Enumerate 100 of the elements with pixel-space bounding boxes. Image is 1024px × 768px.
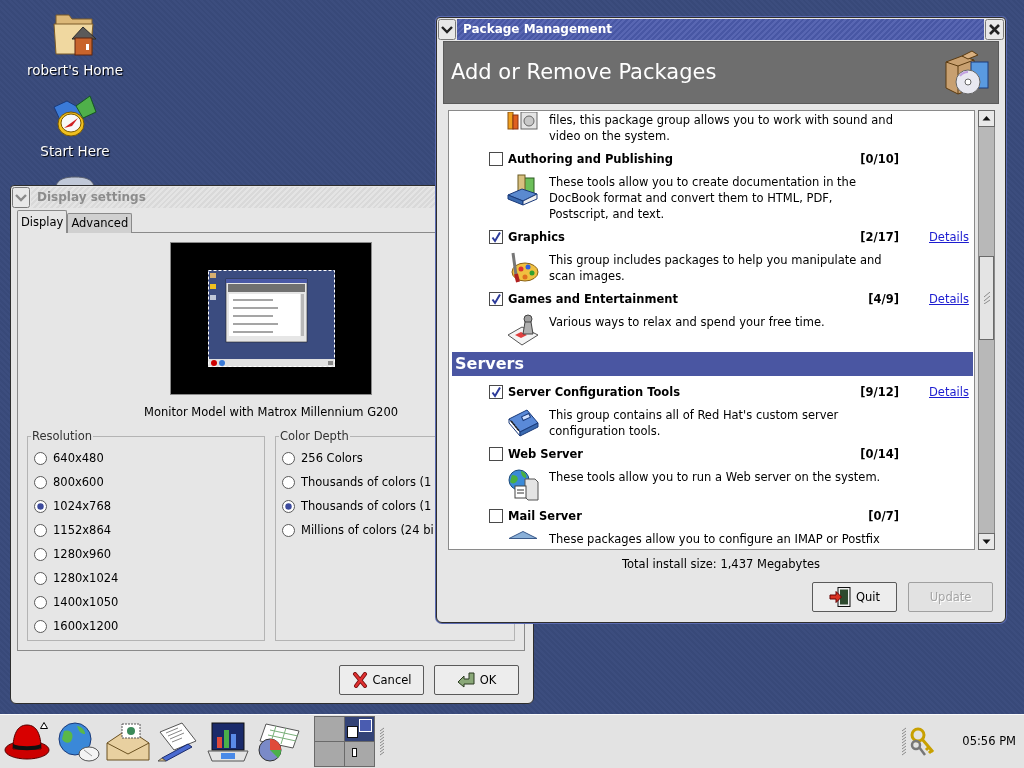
- option-label[interactable]: 1152x864: [53, 522, 112, 538]
- spreadsheet-pie-icon[interactable]: [256, 721, 300, 762]
- window-title: Display settings: [37, 189, 146, 206]
- banner-title: Add or Remove Packages: [451, 58, 717, 86]
- option-label[interactable]: 1280x960: [53, 546, 112, 562]
- checkbox[interactable]: [489, 152, 503, 166]
- tab[interactable]: Display: [17, 210, 68, 233]
- envelope-stamp-icon[interactable]: [106, 722, 150, 761]
- scroll-down-button[interactable]: [978, 533, 995, 550]
- radio-button[interactable]: [34, 571, 47, 585]
- package-count: [0/7]: [868, 508, 899, 524]
- close-icon[interactable]: [985, 19, 1004, 40]
- details-link[interactable]: Details: [929, 291, 969, 306]
- group-name[interactable]: Authoring and Publishing: [508, 151, 673, 167]
- option-label[interactable]: 1280x1024: [53, 570, 119, 586]
- radio-button[interactable]: [34, 475, 47, 489]
- box-cd-icon: [944, 49, 990, 96]
- books-icon: [507, 174, 539, 206]
- option-label[interactable]: 1400x1050: [53, 594, 119, 610]
- workspace-cell[interactable]: [315, 742, 344, 766]
- chevron-down-icon[interactable]: [438, 19, 456, 40]
- workspace-cell[interactable]: [315, 717, 344, 741]
- checkbox[interactable]: [489, 447, 503, 461]
- group-description: These tools allow you to run a Web server on the system.: [549, 469, 881, 485]
- notebook-icon: [507, 407, 539, 439]
- package-count: [2/17]: [860, 229, 899, 245]
- envelope-icon: [507, 531, 539, 539]
- group-name[interactable]: Server Configuration Tools: [508, 384, 681, 400]
- option-label[interactable]: 256 Colors: [301, 450, 363, 466]
- window-title: Package Management: [463, 21, 612, 38]
- home-folder-icon[interactable]: [53, 12, 97, 56]
- game-piece-icon: [507, 314, 539, 346]
- group-description: files, this package group allows you to work with sound and video on the system.: [549, 112, 893, 144]
- checkbox[interactable]: [489, 292, 503, 306]
- drag-handle-icon[interactable]: [379, 726, 385, 757]
- group-description: Various ways to relax and spend your free time.: [549, 314, 825, 330]
- details-link[interactable]: Details: [929, 229, 969, 244]
- quit-button[interactable]: Quit: [812, 582, 897, 612]
- scrollbar-thumb[interactable]: [979, 256, 994, 340]
- group-description: This group contains all of Red Hat's custom server configuration tools.: [549, 407, 839, 439]
- group-description: These tools allow you to create documentation in the DocBook format and convert them to HTML, PDF, Postscript, and text.: [549, 174, 856, 222]
- option-label[interactable]: 1600x1200: [53, 618, 119, 634]
- checkbox[interactable]: [489, 385, 503, 399]
- group-description: These packages allow you to configure an IMAP or Postfix: [549, 531, 880, 547]
- option-label[interactable]: Thousands of colors (1: [301, 498, 432, 514]
- package-count: [0/14]: [860, 446, 899, 462]
- package-count: [4/9]: [868, 291, 899, 307]
- package-count: [0/10]: [860, 151, 899, 167]
- workspace-cell[interactable]: [345, 717, 374, 741]
- radio-button[interactable]: [282, 475, 295, 489]
- radio-button[interactable]: [34, 451, 47, 465]
- group-name[interactable]: Mail Server: [508, 508, 582, 524]
- radio-button[interactable]: [34, 547, 47, 561]
- tab[interactable]: Advanced: [67, 213, 133, 233]
- clock[interactable]: 05:56 PM: [962, 734, 1016, 749]
- radio-button[interactable]: [282, 451, 295, 465]
- group-description: This group includes packages to help you manipulate and scan images.: [549, 252, 882, 284]
- window-thumbnail: [352, 748, 357, 757]
- radio-button[interactable]: [34, 595, 47, 609]
- window-thumbnail: [359, 719, 372, 732]
- workspace-cell[interactable]: [345, 742, 374, 766]
- install-size-label: Total install size: 1,437 Megabytes: [621, 556, 821, 572]
- option-label[interactable]: 1024x768: [53, 498, 112, 514]
- arrow-icon: [456, 672, 475, 688]
- radio-button[interactable]: [34, 523, 47, 537]
- scroll-up-button[interactable]: [978, 110, 995, 127]
- ok-button[interactable]: OK: [434, 665, 519, 695]
- cancel-button[interactable]: Cancel: [339, 665, 424, 695]
- group-title: Color Depth: [279, 428, 350, 444]
- globe-server-icon: [507, 469, 539, 501]
- category-header: Servers: [452, 352, 973, 376]
- checkbox[interactable]: [489, 230, 503, 244]
- package-count: [9/12]: [860, 384, 899, 400]
- globe-mouse-icon[interactable]: [56, 721, 100, 762]
- desktop-icon-label[interactable]: Start Here: [40, 142, 110, 160]
- radio-button[interactable]: [282, 499, 295, 513]
- compass-map-icon[interactable]: [53, 95, 97, 137]
- drag-handle-icon[interactable]: [901, 726, 908, 757]
- grip-icon: [983, 292, 990, 304]
- details-link[interactable]: Details: [929, 384, 969, 399]
- exit-door-icon: [828, 587, 851, 607]
- group-name[interactable]: Games and Entertainment: [508, 291, 678, 307]
- radio-button[interactable]: [34, 499, 47, 513]
- option-label[interactable]: Millions of colors (24 bi: [301, 522, 434, 538]
- x-mark-icon: [351, 672, 368, 688]
- monitor-caption: Monitor Model with Matrox Millennium G200: [143, 404, 399, 421]
- option-label[interactable]: Thousands of colors (1: [301, 474, 432, 490]
- keys-icon[interactable]: [910, 726, 937, 757]
- option-label[interactable]: 640x480: [53, 450, 104, 466]
- speaker-icon: [507, 112, 539, 130]
- window-thumbnail: [347, 726, 358, 738]
- group-name[interactable]: Graphics: [508, 229, 565, 245]
- radio-button[interactable]: [282, 523, 295, 537]
- radio-button[interactable]: [34, 619, 47, 633]
- desktop-icon-label[interactable]: robert's Home: [26, 61, 124, 79]
- group-name[interactable]: Web Server: [508, 446, 584, 462]
- checkbox[interactable]: [489, 509, 503, 523]
- chart-screen-icon[interactable]: [206, 721, 250, 762]
- menu-arrow-icon[interactable]: [40, 721, 48, 729]
- option-label[interactable]: 800x600: [53, 474, 104, 490]
